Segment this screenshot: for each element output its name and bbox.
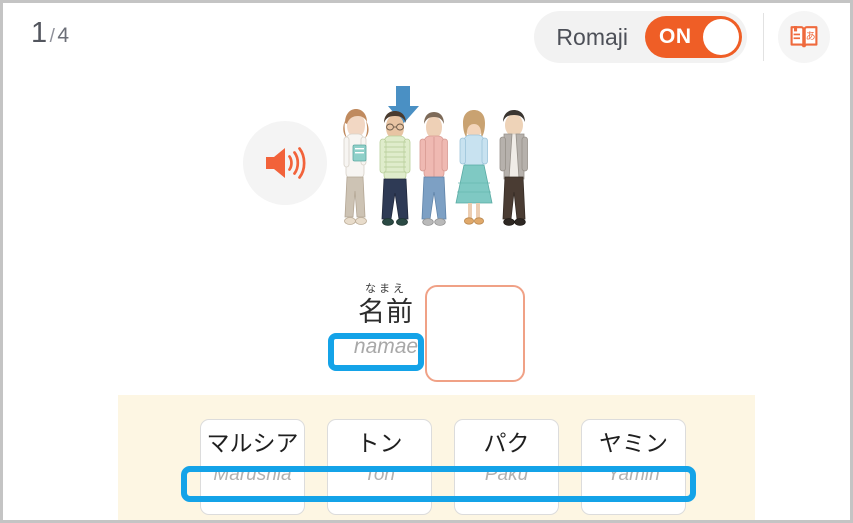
lesson-screen: 1/4 Romaji ON あ なまえ 名前 namae マルシア Marush… (0, 0, 853, 523)
word-card-japanese: トン (356, 430, 403, 456)
romaji-toggle-switch[interactable]: ON (645, 16, 742, 58)
svg-text:あ: あ (806, 31, 816, 43)
audio-play-button[interactable] (243, 121, 327, 205)
person-5 (499, 110, 528, 226)
word-card-romaji: Paku (484, 464, 529, 485)
prompt-romaji: namae (353, 335, 419, 358)
answer-drop-slot[interactable] (425, 285, 525, 382)
word-card[interactable]: ヤミン Yamin (581, 419, 686, 515)
speaker-icon (266, 147, 306, 179)
person-1 (343, 109, 369, 225)
prompt-furigana: なまえ (365, 283, 407, 295)
top-bar: 1/4 Romaji ON あ (3, 3, 850, 73)
answer-row: なまえ 名前 namae (333, 278, 543, 383)
book-dictionary-icon: あ (790, 26, 818, 48)
page-current: 1 (31, 17, 48, 49)
choices-row: マルシア Marushia トン Ton パク Paku ヤミン Yamin (200, 419, 686, 515)
word-card-romaji: Ton (364, 464, 395, 485)
choices-panel: マルシア Marushia トン Ton パク Paku ヤミン Yamin (118, 395, 755, 520)
word-card-japanese: パク (483, 430, 530, 456)
prompt-kanji: 名前 (358, 297, 414, 327)
romaji-label: Romaji (556, 23, 628, 50)
word-card-romaji: Yamin (607, 464, 660, 485)
word-card-romaji: Marushia (213, 464, 292, 485)
word-card[interactable]: トン Ton (327, 419, 432, 515)
person-2 (379, 111, 411, 226)
person-4 (455, 110, 493, 225)
topbar-divider (763, 13, 764, 61)
word-card-japanese: マルシア (206, 430, 299, 456)
word-card[interactable]: パク Paku (454, 419, 559, 515)
page-separator: / (49, 26, 56, 47)
prompt-word: なまえ 名前 namae (333, 283, 439, 362)
romaji-toggle-group[interactable]: Romaji ON (534, 11, 747, 63)
word-card[interactable]: マルシア Marushia (200, 419, 305, 515)
five-standing-people-illustration (343, 109, 528, 226)
page-total: 4 (57, 24, 70, 47)
romaji-toggle-state: ON (659, 25, 692, 48)
person-3 (419, 112, 448, 226)
page-counter: 1/4 (31, 17, 70, 50)
word-card-japanese: ヤミン (599, 430, 668, 456)
people-illustration (333, 103, 533, 268)
toggle-knob (703, 19, 739, 55)
dictionary-button[interactable]: あ (778, 11, 830, 63)
